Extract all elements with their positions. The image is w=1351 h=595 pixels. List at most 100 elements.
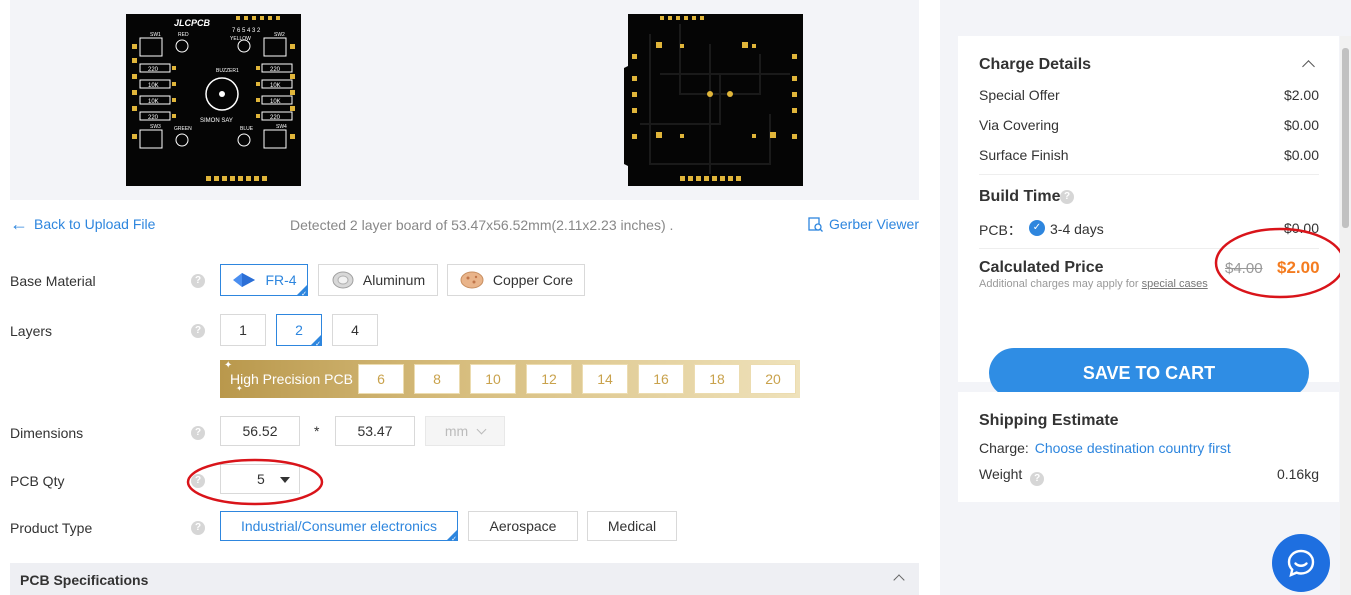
high-precision-label: High Precision PCB xyxy=(230,371,353,387)
help-icon[interactable]: ? xyxy=(1060,190,1074,204)
dimensions-label: Dimensions xyxy=(10,425,84,441)
layer-option-16[interactable]: 16 xyxy=(638,364,684,394)
page-scrollbar[interactable] xyxy=(1340,36,1351,595)
svg-text:220: 220 xyxy=(148,115,159,121)
choose-country-link[interactable]: Choose destination country first xyxy=(1035,440,1231,456)
svg-text:10K: 10K xyxy=(270,83,281,89)
charge-details-card: Charge Details Special Offer $2.00 Via C… xyxy=(958,36,1339,398)
pcb-qty-row: PCB Qty ? 5 xyxy=(10,464,919,498)
chat-bubble-icon xyxy=(1287,549,1315,578)
arrow-left-icon: ← xyxy=(10,214,28,234)
layer-option-4[interactable]: 4 xyxy=(332,314,378,346)
charge-item-special-offer: Special Offer $2.00 xyxy=(979,87,1319,103)
old-price: $4.00 xyxy=(1225,260,1263,277)
gerber-viewer-link[interactable]: Gerber Viewer xyxy=(808,216,919,232)
chevron-up-icon xyxy=(893,574,905,586)
svg-text:220: 220 xyxy=(148,67,159,73)
check-circle-icon[interactable]: ✓ xyxy=(1029,220,1045,236)
pcb-qty-label: PCB Qty xyxy=(10,473,65,489)
svg-text:SW2: SW2 xyxy=(274,32,285,38)
build-time-option[interactable]: 3-4 days xyxy=(1050,221,1104,237)
help-icon[interactable]: ? xyxy=(191,274,205,288)
dimension-unit-select[interactable]: mm xyxy=(425,416,505,446)
pcb-specifications-header[interactable]: PCB Specifications xyxy=(10,563,919,595)
detection-row: ← Back to Upload File Detected 2 layer b… xyxy=(10,214,919,236)
svg-text:SW3: SW3 xyxy=(150,124,161,130)
dimension-width-input[interactable]: 56.52 xyxy=(220,416,300,446)
svg-text:10K: 10K xyxy=(270,99,281,105)
material-option-fr4[interactable]: FR-4 xyxy=(220,264,308,298)
divider xyxy=(979,248,1319,249)
order-summary-panel: Charge Details Special Offer $2.00 Via C… xyxy=(940,0,1351,595)
svg-text:220: 220 xyxy=(270,115,281,121)
caret-down-icon xyxy=(280,477,290,483)
calculated-price-note: Additional charges may apply for special… xyxy=(979,278,1208,290)
layer-option-20[interactable]: 20 xyxy=(750,364,796,394)
svg-text:RED: RED xyxy=(178,32,189,38)
aluminum-icon xyxy=(332,271,354,289)
svg-text:10K: 10K xyxy=(148,99,159,105)
help-icon[interactable]: ? xyxy=(191,521,205,535)
product-type-option-medical[interactable]: Medical xyxy=(587,511,677,541)
sparkle-icon: ✦ xyxy=(224,360,233,371)
special-cases-link[interactable]: special cases xyxy=(1142,278,1208,290)
layer-option-18[interactable]: 18 xyxy=(694,364,740,394)
build-time-pcb-row: PCB： ✓ 3-4 days $0.00 xyxy=(979,220,1319,238)
charge-details-title: Charge Details xyxy=(979,56,1092,73)
layer-option-14[interactable]: 14 xyxy=(582,364,628,394)
shipping-charge-row: Charge: Choose destination country first xyxy=(979,440,1231,456)
shipping-weight-row: Weight ? 0.16kg xyxy=(979,466,1319,486)
board-preview: JLCPCB 7 6 5 4 3 2 SW1 RED YELLOW SW2 22… xyxy=(10,0,919,200)
product-type-option-industrial[interactable]: Industrial/Consumer electronics xyxy=(220,511,458,543)
help-icon[interactable]: ? xyxy=(1030,472,1045,486)
layer-option-2[interactable]: 2 xyxy=(276,314,322,348)
divider xyxy=(979,174,1319,175)
layers-row: Layers ? 1 2 4 xyxy=(10,314,919,348)
chevron-up-icon[interactable] xyxy=(1302,60,1315,73)
svg-text:BLUE: BLUE xyxy=(240,126,254,132)
board-bottom-image xyxy=(624,14,803,186)
layer-option-8[interactable]: 8 xyxy=(414,364,460,394)
svg-text:BUZZER1: BUZZER1 xyxy=(216,68,239,74)
shipping-estimate-title: Shipping Estimate xyxy=(979,412,1119,429)
back-to-upload-link[interactable]: ← Back to Upload File xyxy=(10,214,155,234)
calculated-price-title: Calculated Price xyxy=(979,259,1104,276)
detected-board-text: Detected 2 layer board of 53.47x56.52mm(… xyxy=(290,217,674,233)
chat-button[interactable] xyxy=(1272,534,1330,592)
quote-form-panel: JLCPCB 7 6 5 4 3 2 SW1 RED YELLOW SW2 22… xyxy=(0,0,940,595)
save-to-cart-button[interactable]: SAVE TO CART xyxy=(989,348,1309,398)
board-logo: JLCPCB xyxy=(174,18,211,28)
layer-option-1[interactable]: 1 xyxy=(220,314,266,346)
pcb-specifications-title: PCB Specifications xyxy=(20,572,149,588)
new-price: $2.00 xyxy=(1277,258,1320,277)
chevron-down-icon xyxy=(476,424,487,434)
help-icon[interactable]: ? xyxy=(191,324,205,338)
layer-option-12[interactable]: 12 xyxy=(526,364,572,394)
help-icon[interactable]: ? xyxy=(191,474,205,488)
product-type-label: Product Type xyxy=(10,520,93,536)
svg-text:GREEN: GREEN xyxy=(174,126,192,132)
pcb-qty-select[interactable]: 5 xyxy=(220,464,300,494)
help-icon[interactable]: ? xyxy=(191,426,205,440)
base-material-row: Base Material ? FR-4 Aluminum Copper Cor… xyxy=(10,264,919,298)
svg-text:220: 220 xyxy=(270,67,281,73)
material-option-copper-core[interactable]: Copper Core xyxy=(447,264,585,296)
charge-item-surface-finish: Surface Finish $0.00 xyxy=(979,147,1319,163)
svg-text:SW4: SW4 xyxy=(276,124,287,130)
product-type-option-aerospace[interactable]: Aerospace xyxy=(468,511,578,541)
base-material-label: Base Material xyxy=(10,273,96,289)
dimension-height-input[interactable]: 53.47 xyxy=(335,416,415,446)
svg-text:10K: 10K xyxy=(148,83,159,89)
dimensions-row: Dimensions ? 56.52 * 53.47 mm xyxy=(10,416,919,450)
layer-option-6[interactable]: 6 xyxy=(358,364,404,394)
scrollbar-thumb[interactable] xyxy=(1342,48,1349,228)
svg-text:SW1: SW1 xyxy=(150,32,161,38)
gerber-viewer-icon xyxy=(808,216,823,232)
fr4-icon xyxy=(233,273,256,287)
shipping-estimate-card: Shipping Estimate Charge: Choose destina… xyxy=(958,392,1339,502)
material-option-aluminum[interactable]: Aluminum xyxy=(318,264,438,296)
dimension-separator: * xyxy=(314,423,320,439)
layer-option-10[interactable]: 10 xyxy=(470,364,516,394)
board-top-image: JLCPCB 7 6 5 4 3 2 SW1 RED YELLOW SW2 22… xyxy=(126,14,301,186)
high-precision-pcb-bar: ✦ ✦ High Precision PCB 6 8 10 12 14 16 1… xyxy=(220,360,800,398)
